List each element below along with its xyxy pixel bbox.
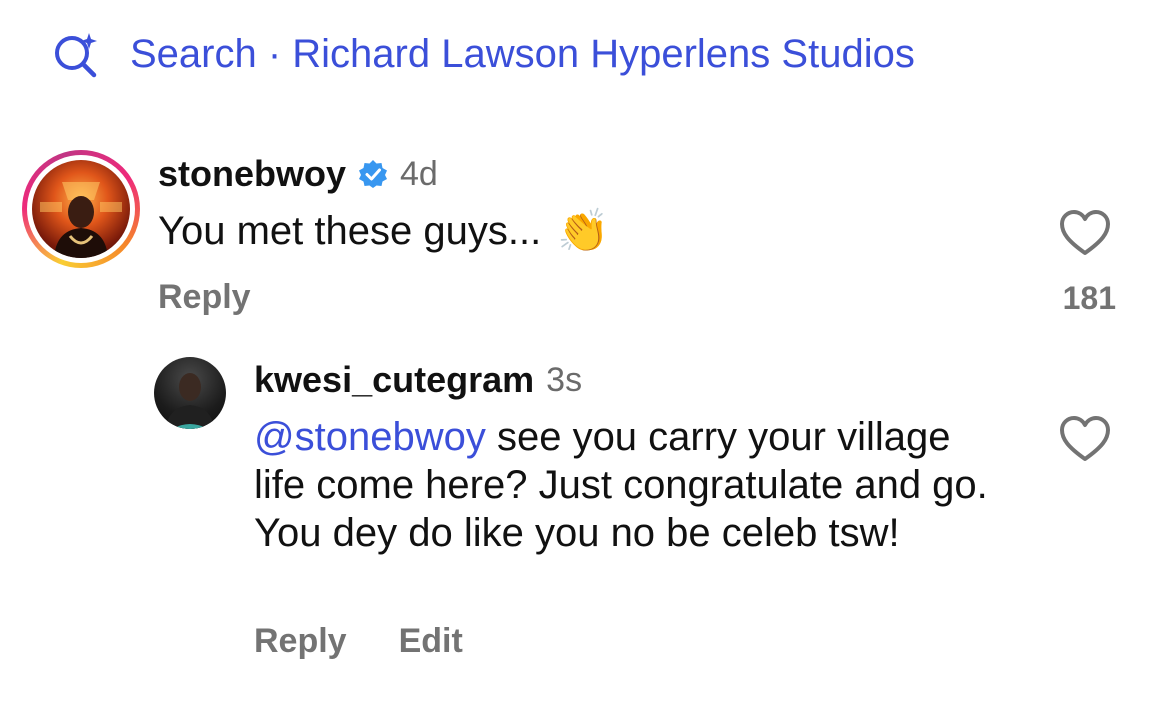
comment-text: You met these guys... <box>158 209 542 253</box>
reply-button[interactable]: Reply <box>254 622 347 661</box>
comment-actions: Reply Edit <box>254 622 463 661</box>
like-count[interactable]: 181 <box>1030 280 1116 317</box>
comment-time: 3s <box>546 360 583 399</box>
avatar-stonebwoy[interactable] <box>22 150 140 268</box>
comment-time: 4d <box>400 154 438 193</box>
comments-page: Search · Richard Lawson Hyperlens Studio… <box>0 0 1170 702</box>
comment-body: @stonebwoy see you carry your village li… <box>254 413 994 557</box>
search-suggestion-label: Search · Richard Lawson Hyperlens Studio… <box>130 31 915 76</box>
comment-body: You met these guys... 👏 <box>158 207 610 255</box>
comment-header: stonebwoy 4d <box>158 152 438 196</box>
search-suggestion[interactable]: Search · Richard Lawson Hyperlens Studio… <box>52 28 915 80</box>
avatar-image <box>40 182 122 258</box>
avatar-image <box>166 373 214 429</box>
sparkle-search-icon <box>55 33 97 78</box>
like-heart-icon[interactable] <box>1058 414 1112 464</box>
avatar-kwesi-cutegram[interactable] <box>154 357 226 429</box>
mention-link[interactable]: @stonebwoy <box>254 415 486 459</box>
edit-button[interactable]: Edit <box>399 622 463 661</box>
comment-header: kwesi_cutegram 3s <box>254 358 582 402</box>
clapping-hands-emoji: 👏 <box>557 207 610 254</box>
reply-button[interactable]: Reply <box>158 278 251 317</box>
like-heart-icon[interactable] <box>1058 208 1112 258</box>
username[interactable]: stonebwoy <box>158 153 346 195</box>
verified-badge-icon <box>359 160 388 188</box>
username[interactable]: kwesi_cutegram <box>254 359 534 401</box>
